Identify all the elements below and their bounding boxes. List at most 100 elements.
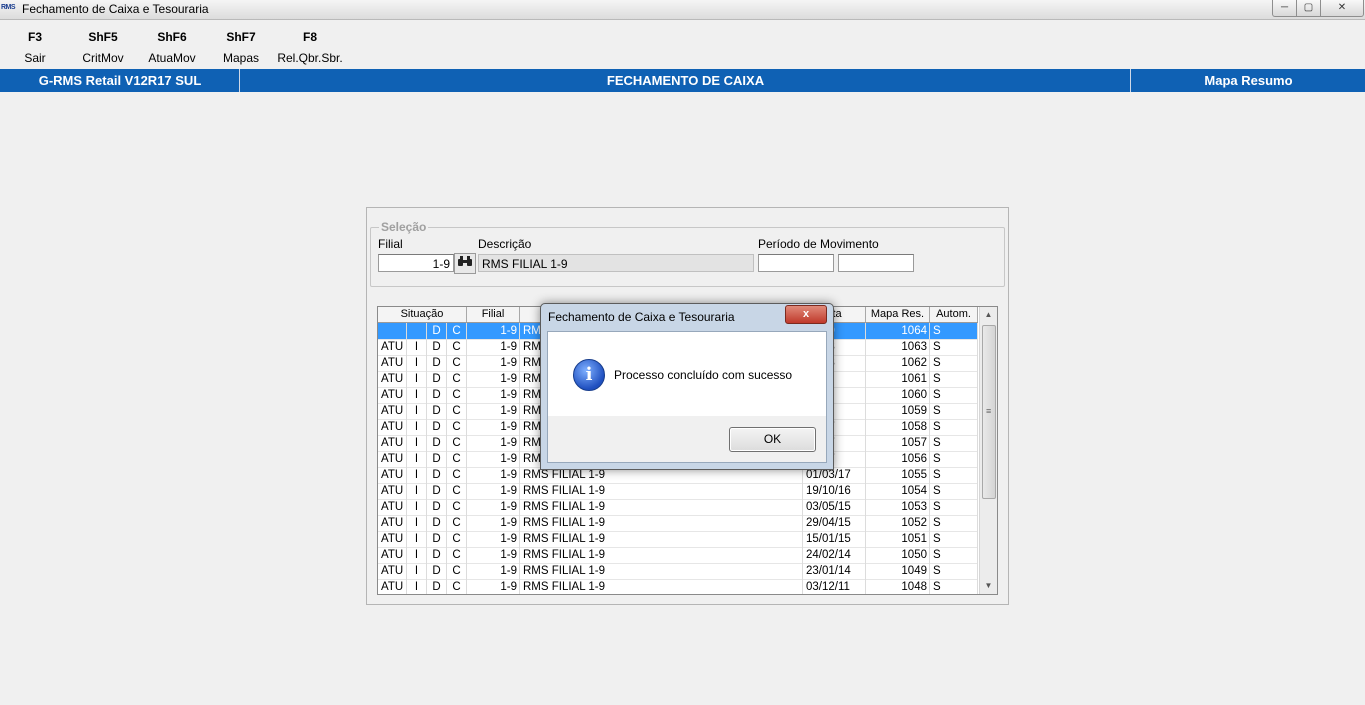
info-icon: i [573,359,605,391]
cell-situacao-3: D [427,339,447,355]
cell-situacao-3: D [427,467,447,483]
scrollbar-thumb[interactable]: ≡ [982,325,996,499]
cell-situacao-4: C [447,387,467,403]
cell-data: 29/04/15 [803,515,866,531]
binoculars-search-icon[interactable] [454,253,476,274]
cell-mapa-res: 1048 [866,579,930,594]
toolbar-critmov[interactable]: ShF5 CritMov [68,30,138,65]
toolbar-rel-qbr-sbr[interactable]: F8 Rel.Qbr.Sbr. [275,30,345,65]
fkey-action: CritMov [82,51,124,65]
cell-situacao-1: ATU [378,451,407,467]
cell-filial: 1-9 [467,499,520,515]
cell-filial: 1-9 [467,323,520,339]
cell-mapa-res: 1060 [866,387,930,403]
cell-situacao-3: D [427,515,447,531]
cell-situacao-4: C [447,547,467,563]
cell-situacao-2: I [407,387,427,403]
header-bar: G-RMS Retail V12R17 SUL FECHAMENTO DE CA… [0,69,1365,92]
cell-autom: S [930,499,978,515]
app-icon: RMS [1,4,16,11]
cell-mapa-res: 1058 [866,419,930,435]
cell-filial: 1-9 [467,531,520,547]
grid-scrollbar[interactable]: ▲ ≡ ▼ [979,307,997,594]
cell-mapa-res: 1053 [866,499,930,515]
cell-autom: S [930,451,978,467]
cell-filial: 1-9 [467,419,520,435]
cell-filial: 1-9 [467,579,520,594]
col-situacao[interactable]: Situação [378,307,467,322]
cell-situacao-1: ATU [378,419,407,435]
cell-situacao-3: D [427,547,447,563]
cell-autom: S [930,467,978,483]
table-row[interactable]: ATU I D C 1-9 RMS FILIAL 1-9 15/01/15 1051 S [378,531,978,548]
cell-autom: S [930,579,978,594]
cell-mapa-res: 1057 [866,435,930,451]
scroll-down-arrow-icon[interactable]: ▼ [980,578,997,594]
cell-filial: 1-9 [467,403,520,419]
cell-mapa-res: 1052 [866,515,930,531]
dialog-close-button[interactable]: x [785,305,827,324]
close-window-button[interactable]: ✕ [1320,0,1364,17]
cell-situacao-4: C [447,579,467,594]
cell-situacao-2: I [407,579,427,594]
toolbar-mapas[interactable]: ShF7 Mapas [206,30,276,65]
ok-button[interactable]: OK [729,427,816,452]
cell-autom: S [930,403,978,419]
cell-data: 23/01/14 [803,563,866,579]
cell-situacao-4: C [447,323,467,339]
col-autom[interactable]: Autom. [930,307,978,322]
cell-mapa-res: 1050 [866,547,930,563]
maximize-button[interactable]: ▢ [1296,0,1321,17]
periodo-inicio-input[interactable] [758,254,834,272]
cell-mapa-res: 1062 [866,355,930,371]
table-row[interactable]: ATU I D C 1-9 RMS FILIAL 1-9 03/05/15 1053 S [378,499,978,516]
col-mapa-res[interactable]: Mapa Res. [866,307,930,322]
table-row[interactable]: ATU I D C 1-9 RMS FILIAL 1-9 19/10/16 1054 S [378,483,978,500]
cell-filial: 1-9 [467,355,520,371]
table-row[interactable]: ATU I D C 1-9 RMS FILIAL 1-9 29/04/15 1052 S [378,515,978,532]
table-row[interactable]: ATU I D C 1-9 RMS FILIAL 1-9 03/12/11 1048 S [378,579,978,594]
cell-filial: 1-9 [467,515,520,531]
cell-situacao-1: ATU [378,339,407,355]
cell-data: 19/10/16 [803,483,866,499]
periodo-fim-input[interactable] [838,254,914,272]
cell-situacao-4: C [447,563,467,579]
filial-input[interactable]: 1-9 [378,254,454,272]
cell-situacao-4: C [447,339,467,355]
cell-situacao-3: D [427,371,447,387]
cell-situacao-1: ATU [378,435,407,451]
cell-filial: 1-9 [467,467,520,483]
toolbar-sair[interactable]: F3 Sair [0,30,70,65]
table-row[interactable]: ATU I D C 1-9 RMS FILIAL 1-9 24/02/14 1050 S [378,547,978,564]
cell-descricao: RMS FILIAL 1-9 [520,563,803,579]
scroll-up-arrow-icon[interactable]: ▲ [980,307,997,323]
fkey-label: F3 [27,30,42,44]
fkey-action: AtuaMov [148,51,196,65]
cell-filial: 1-9 [467,563,520,579]
table-row[interactable]: ATU I D C 1-9 RMS FILIAL 1-9 23/01/14 1049 S [378,563,978,580]
fkey-label: ShF5 [88,30,118,44]
cell-situacao-4: C [447,371,467,387]
cell-mapa-res: 1054 [866,483,930,499]
cell-filial: 1-9 [467,483,520,499]
cell-situacao-4: C [447,403,467,419]
cell-situacao-1: ATU [378,483,407,499]
cell-descricao: RMS FILIAL 1-9 [520,531,803,547]
cell-situacao-1: ATU [378,355,407,371]
cell-situacao-3: D [427,355,447,371]
minimize-button[interactable]: ─ [1272,0,1297,17]
app-version: G-RMS Retail V12R17 SUL [1,69,240,92]
toolbar-atuamov[interactable]: ShF6 AtuaMov [137,30,207,65]
fkey-action: Mapas [222,51,260,65]
cell-situacao-3: D [427,387,447,403]
page-subtitle: Mapa Resumo [1204,73,1293,88]
cell-situacao-4: C [447,499,467,515]
cell-descricao: RMS FILIAL 1-9 [520,515,803,531]
cell-situacao-1: ATU [378,371,407,387]
fkey-action: Sair [24,51,46,65]
cell-autom: S [930,339,978,355]
cell-autom: S [930,563,978,579]
fkey-label: F8 [302,30,317,44]
col-filial[interactable]: Filial [467,307,520,322]
cell-descricao: RMS FILIAL 1-9 [520,579,803,594]
